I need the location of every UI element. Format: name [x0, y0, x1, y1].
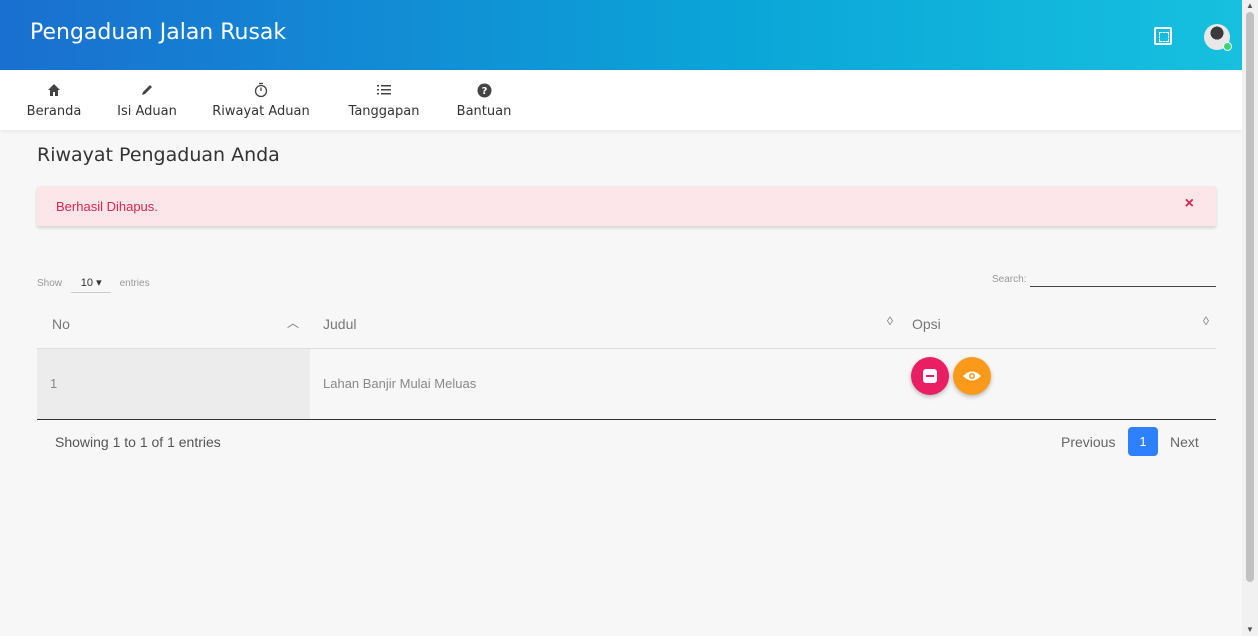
nav-label: Tanggapan: [348, 104, 420, 119]
nav-item-riwayat-aduan[interactable]: Riwayat Aduan: [208, 80, 314, 119]
table-info: Showing 1 to 1 of 1 entries: [55, 434, 221, 450]
column-header-judul[interactable]: Judul: [323, 316, 356, 332]
length-suffix: entries: [119, 278, 150, 289]
pagination-next[interactable]: Next: [1170, 434, 1199, 450]
scroll-down-icon[interactable]: ▼: [1246, 625, 1254, 634]
length-prefix: Show: [37, 278, 63, 289]
app-header: Pengaduan Jalan Rusak: [0, 0, 1242, 70]
page-scrollbar[interactable]: ▲ ▼: [1242, 0, 1258, 636]
nav-label: Isi Aduan: [117, 104, 177, 119]
search-input[interactable]: [1030, 286, 1216, 287]
nav-item-tanggapan[interactable]: Tanggapan: [344, 80, 424, 119]
home-icon: [24, 80, 84, 100]
close-icon[interactable]: ×: [1185, 195, 1194, 213]
minus-icon: [923, 369, 937, 383]
svg-text:?: ?: [481, 86, 487, 97]
column-header-opsi[interactable]: Opsi: [912, 316, 941, 332]
eye-icon: [963, 371, 981, 381]
nav-label: Riwayat Aduan: [212, 104, 310, 119]
help-icon: ?: [452, 80, 516, 100]
page-title: Riwayat Pengaduan Anda: [37, 144, 280, 166]
success-alert: Berhasil Dihapus. ×: [37, 186, 1216, 226]
fullscreen-icon[interactable]: [1154, 27, 1172, 45]
scroll-up-icon[interactable]: ▲: [1246, 1, 1254, 10]
nav-label: Beranda: [26, 104, 82, 119]
pencil-icon: [114, 80, 180, 100]
main-nav: Beranda Isi Aduan Riwayat Aduan Tanggapa…: [0, 70, 1242, 130]
scrollbar-thumb[interactable]: [1246, 12, 1254, 582]
row-judul-cell: Lahan Banjir Mulai Meluas: [323, 376, 477, 391]
chevron-down-icon: ▾: [96, 277, 102, 289]
table-bottom-border: [37, 419, 1216, 420]
entries-select-value: 10: [80, 277, 94, 289]
view-button[interactable]: [953, 357, 991, 395]
entries-select[interactable]: 10 ▾: [70, 276, 111, 293]
nav-item-beranda[interactable]: Beranda: [24, 80, 84, 119]
delete-button[interactable]: [911, 357, 949, 395]
pagination-previous[interactable]: Previous: [1061, 434, 1115, 450]
nav-label: Bantuan: [456, 104, 512, 119]
alert-message: Berhasil Dihapus.: [56, 199, 158, 214]
timer-icon: [208, 80, 314, 100]
search-label: Search:: [992, 274, 1027, 285]
online-status-dot: [1223, 42, 1232, 51]
column-header-no[interactable]: No: [52, 316, 70, 332]
pagination-page-1[interactable]: 1: [1128, 427, 1158, 456]
sort-icon[interactable]: ◊: [887, 314, 893, 328]
entries-length: Show 10 ▾ entries: [37, 276, 150, 293]
sort-icon[interactable]: ◊: [1203, 314, 1209, 328]
nav-item-bantuan[interactable]: ? Bantuan: [452, 80, 516, 119]
table-row: [37, 349, 310, 419]
table-search: Search:: [992, 274, 1216, 287]
app-title: Pengaduan Jalan Rusak: [30, 20, 287, 45]
avatar[interactable]: [1204, 24, 1232, 51]
sort-asc-icon[interactable]: ︿: [287, 314, 299, 331]
row-no-cell: 1: [50, 376, 58, 391]
nav-item-isi-aduan[interactable]: Isi Aduan: [114, 80, 180, 119]
list-icon: [344, 80, 424, 100]
